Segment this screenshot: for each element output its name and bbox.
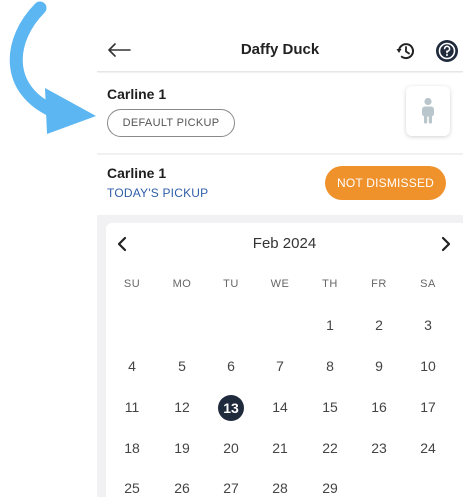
calendar-day[interactable]: 2 [359,317,399,333]
calendar-day-number: 23 [371,440,387,456]
weekday-label: SA [420,278,436,290]
calendar-day[interactable]: 19 [162,440,202,456]
calendar-day[interactable]: 14 [260,399,300,415]
calendar-day[interactable]: 26 [162,480,202,496]
weekday-label: TH [322,278,338,290]
calendar-day-number: 18 [124,440,140,456]
todays-pickup-label: TODAY'S PICKUP [107,186,209,200]
calendar-month-title: Feb 2024 [252,235,317,252]
weekday-label: FR [371,278,387,290]
carline-name: Carline 1 [107,86,167,102]
calendar-day-number: 26 [174,480,190,496]
calendar-week-row: 25 26 27 28 29 [106,480,463,497]
weekday-label: MO [172,278,192,290]
calendar-day[interactable]: 4 [112,358,152,374]
calendar-day[interactable]: 21 [260,440,300,456]
help-icon [436,40,458,62]
calendar-day[interactable]: 23 [359,440,399,456]
calendar-day-number: 24 [420,440,436,456]
calendar-day-number: 5 [178,358,186,374]
calendar-day-number: 27 [223,480,239,496]
pointer-arrow-icon [9,1,96,134]
default-pickup-card: Carline 1 DEFAULT PICKUP [97,73,463,153]
calendar-day[interactable]: 1 [310,317,350,333]
calendar-day[interactable]: 24 [408,440,448,456]
calendar-day[interactable]: 22 [310,440,350,456]
calendar-day-number: 7 [276,358,284,374]
calendar-day[interactable]: 3 [408,317,448,333]
calendar-day-number: 15 [322,399,338,415]
calendar-day-number: 22 [322,440,338,456]
calendar-day[interactable]: 28 [260,480,300,496]
calendar-day-number: 17 [420,399,436,415]
calendar-day[interactable]: 17 [408,399,448,415]
calendar-day[interactable]: 11 [112,399,152,415]
help-button[interactable] [434,38,460,64]
calendar-day-number: 10 [420,358,436,374]
next-month-button[interactable] [436,234,456,254]
weekday-label: TU [223,278,239,290]
calendar-day-number: 19 [174,440,190,456]
calendar-week-row: 11 12 13 14 15 16 17 [106,395,463,421]
calendar-day[interactable]: 12 [162,399,202,415]
calendar-day[interactable]: 9 [359,358,399,374]
calendar-day-number: 25 [124,480,140,496]
default-pickup-badge: DEFAULT PICKUP [107,109,235,137]
pickup-calendar: Feb 2024 SU MO TU WE TH FR SA 1234567891… [106,223,463,497]
todays-pickup-card: Carline 1 TODAY'S PICKUP NOT DISMISSED [97,155,463,215]
calendar-day-number: 14 [272,399,288,415]
calendar-day-number: 1 [326,317,334,333]
calendar-day-selected[interactable]: 13 [211,395,251,421]
calendar-week-row: 4 5 6 7 8 9 10 [106,358,463,378]
calendar-day[interactable]: 16 [359,399,399,415]
calendar-day-number: 12 [174,399,190,415]
calendar-day-number: 21 [272,440,288,456]
calendar-day-number: 9 [375,358,383,374]
calendar-day[interactable]: 10 [408,358,448,374]
calendar-day-number: 8 [326,358,334,374]
calendar-day-number: 16 [371,399,387,415]
calendar-day-number: 2 [375,317,383,333]
calendar-week-row: 1 2 3 [106,317,463,337]
calendar-day[interactable]: 6 [211,358,251,374]
calendar-day[interactable]: 15 [310,399,350,415]
app-header: Daffy Duck [97,28,463,72]
calendar-day[interactable]: 18 [112,440,152,456]
calendar-day-number: 28 [272,480,288,496]
dismissal-status-button[interactable]: NOT DISMISSED [325,166,446,200]
calendar-day-number: 13 [218,395,244,421]
chevron-right-icon [441,236,451,252]
calendar-day-number: 4 [128,358,136,374]
calendar-day-number: 11 [124,399,140,415]
calendar-day-number: 29 [322,480,338,496]
calendar-day[interactable]: 29 [310,480,350,496]
weekday-label: SU [123,278,141,290]
history-icon [396,43,414,60]
pickup-person-button[interactable] [406,86,450,136]
carline-name: Carline 1 [107,165,167,181]
calendar-day[interactable]: 20 [211,440,251,456]
weekday-label: WE [270,278,290,290]
calendar-day[interactable]: 8 [310,358,350,374]
calendar-week-row: 18 19 20 21 22 23 24 [106,440,463,460]
person-icon [422,97,434,124]
weekday-header-row: SU MO TU WE TH FR SA [106,278,463,298]
calendar-day[interactable]: 5 [162,358,202,374]
calendar-day[interactable]: 25 [112,480,152,496]
calendar-day-number: 3 [424,317,432,333]
calendar-day[interactable]: 7 [260,358,300,374]
history-button[interactable] [394,39,418,63]
calendar-day[interactable]: 27 [211,480,251,496]
calendar-day-number: 6 [227,358,235,374]
app-screen: Daffy Duck Carline 1 DEFAULT PICKUP Carl… [97,28,463,497]
calendar-day-number: 20 [223,440,239,456]
